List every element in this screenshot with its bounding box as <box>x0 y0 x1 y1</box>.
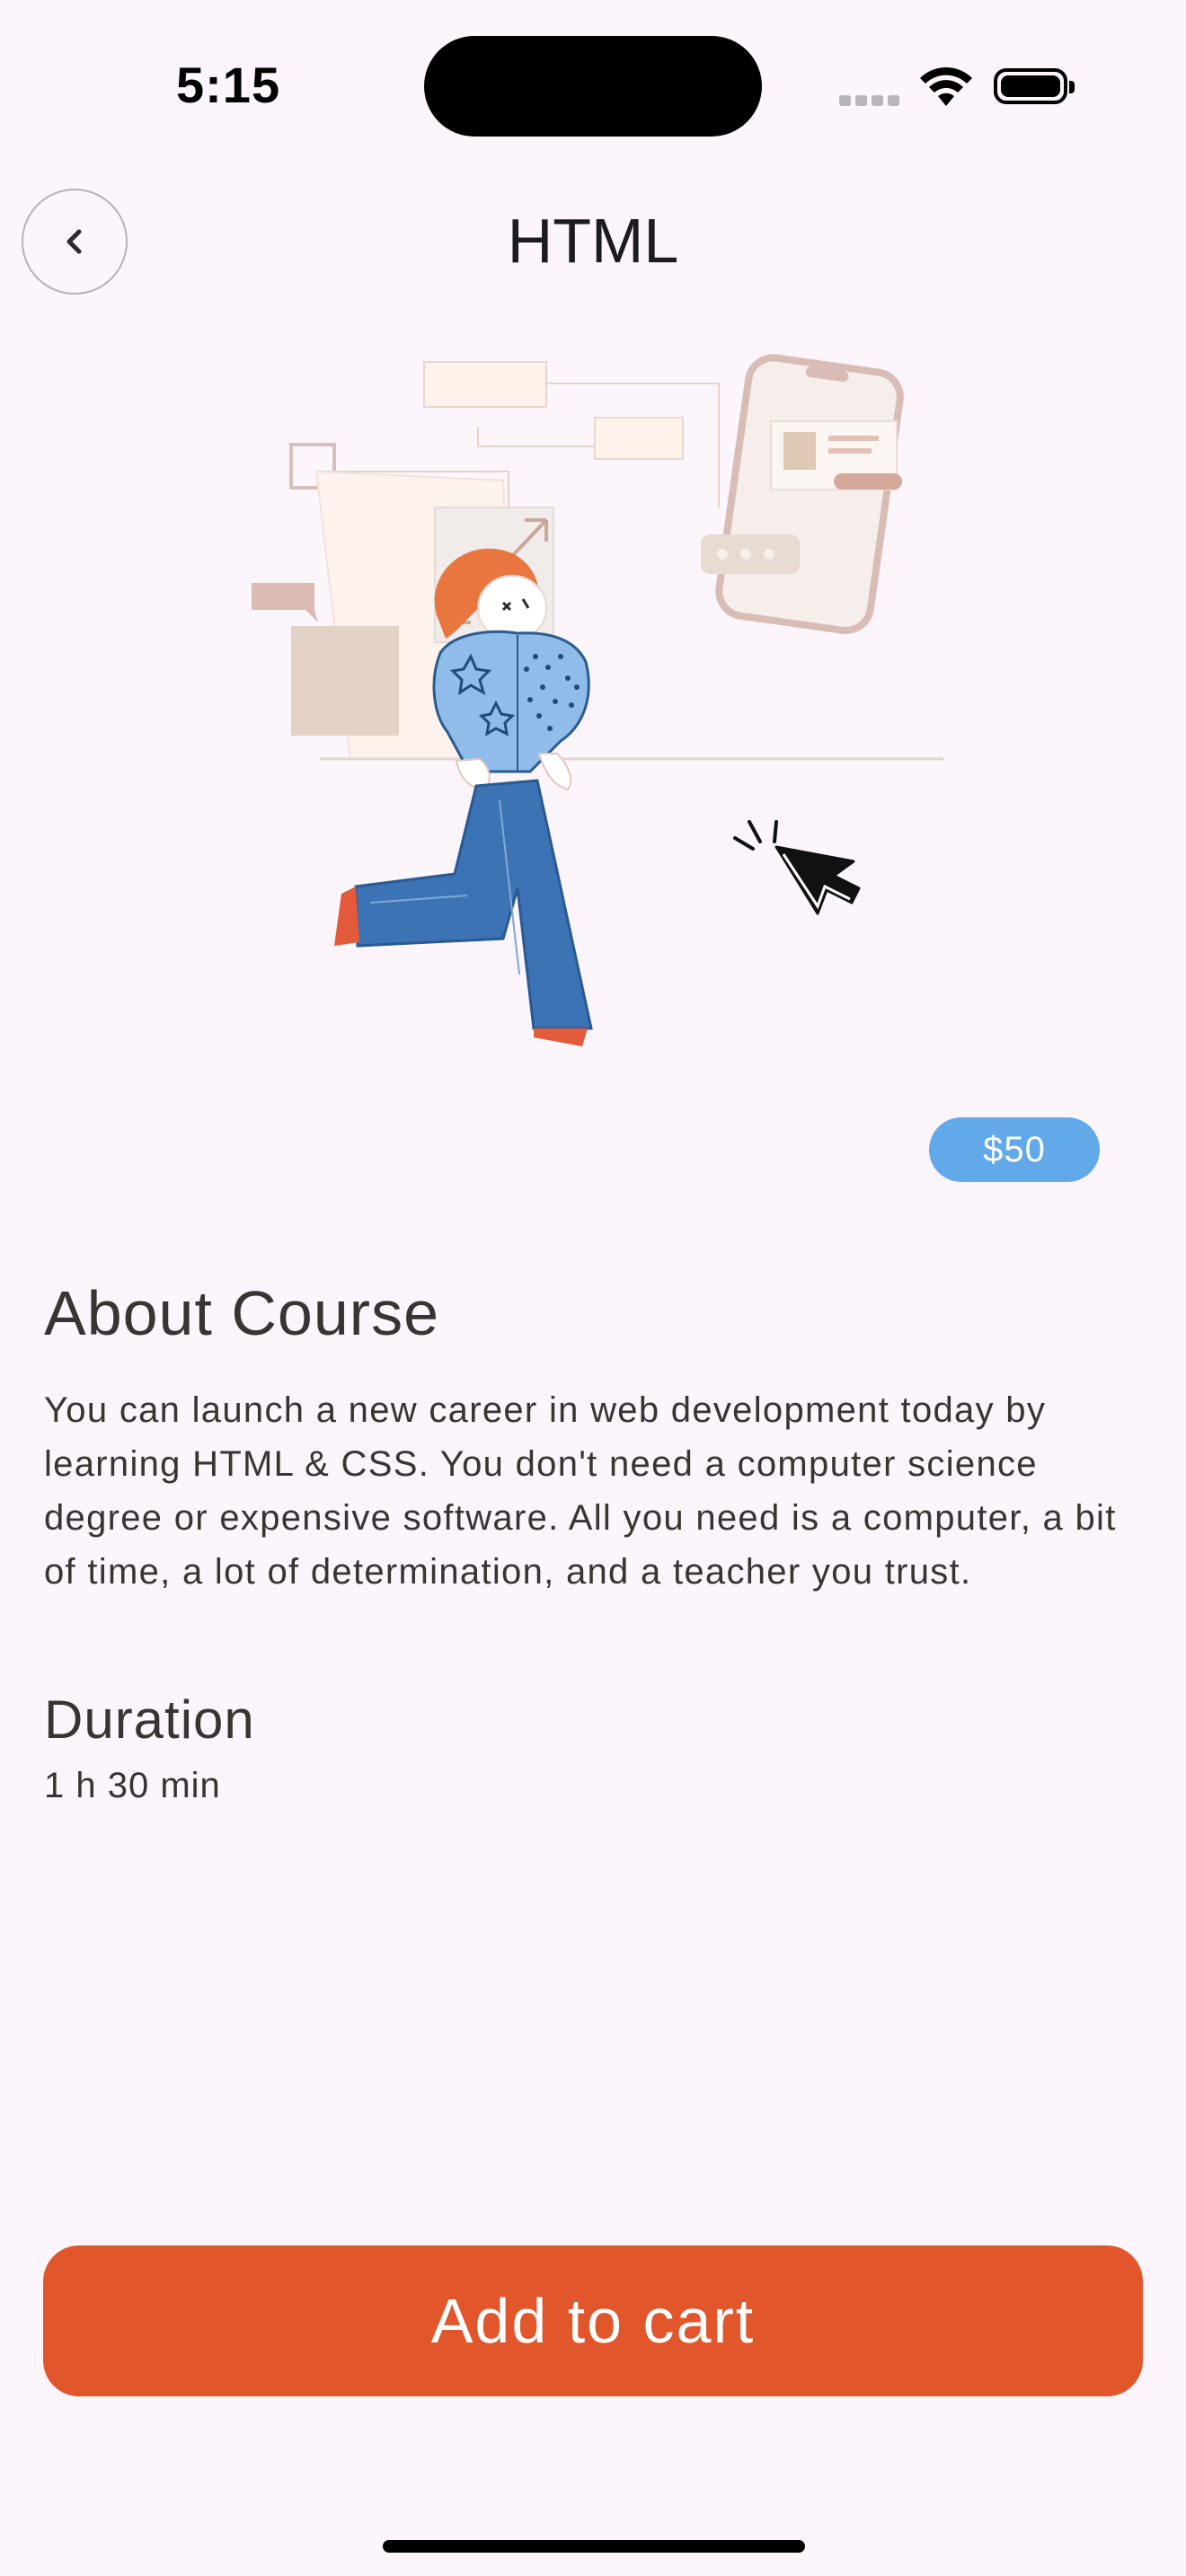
page-title: HTML <box>507 206 679 276</box>
wifi-icon <box>920 66 972 106</box>
course-illustration <box>252 354 943 1046</box>
home-indicator <box>383 2540 805 2553</box>
status-time: 5:15 <box>176 57 281 113</box>
duration-heading: Duration <box>44 1689 255 1750</box>
status-bar: 5:15 <box>0 0 1186 171</box>
price-badge: $50 <box>929 1117 1100 1182</box>
about-course-description: You can launch a new career in web devel… <box>44 1390 1117 1592</box>
add-to-cart-button[interactable]: Add to cart <box>43 2245 1143 2396</box>
about-course-heading: About Course <box>44 1278 440 1348</box>
cellular-signal-icon <box>839 95 900 108</box>
duration-value: 1 h 30 min <box>44 1766 221 1805</box>
battery-icon <box>994 68 1075 104</box>
dynamic-island <box>424 36 762 137</box>
